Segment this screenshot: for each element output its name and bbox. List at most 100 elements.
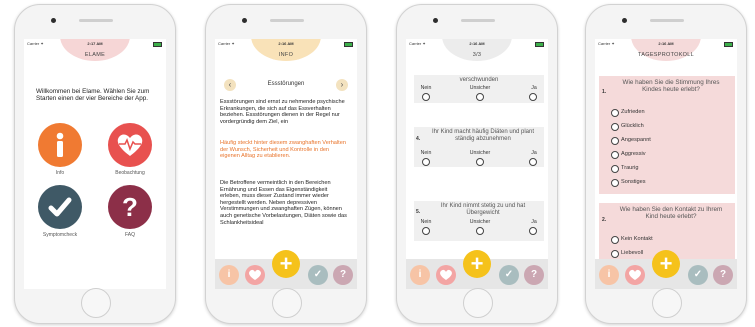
question-icon: ? — [122, 192, 138, 222]
nav-faq-button[interactable]: ? — [333, 265, 353, 285]
observation-tile[interactable] — [108, 123, 152, 167]
speaker — [650, 19, 684, 22]
question-number: 4. — [416, 136, 421, 142]
option-gluecklich[interactable]: Glücklich — [611, 123, 644, 131]
nav-symptom-check-button[interactable]: ✓ — [499, 265, 519, 285]
radio-yes[interactable] — [529, 93, 537, 101]
radio-unsure[interactable] — [476, 227, 484, 235]
radio-unsure[interactable] — [476, 93, 484, 101]
radio-no[interactable] — [422, 93, 430, 101]
info-tile[interactable] — [38, 123, 82, 167]
heart-icon — [249, 269, 261, 280]
nav-symptom-check-button[interactable]: ✓ — [688, 265, 708, 285]
question-text: Wie haben Sie den Kontakt zu Ihrem Kind … — [619, 206, 723, 220]
radio[interactable] — [611, 165, 619, 173]
question-text: Ihr Kind macht häufig Diäten und plant s… — [431, 129, 535, 142]
question-text: verschwunden — [459, 77, 499, 83]
speaker — [79, 19, 113, 22]
info-paragraph-2: Häufig steckt hinter diesem zwanghaften … — [220, 140, 346, 160]
faq-tile-label: FAQ — [124, 232, 135, 238]
add-button[interactable]: + — [463, 250, 491, 278]
radio[interactable] — [611, 236, 619, 244]
add-button[interactable]: + — [652, 250, 680, 278]
info-icon — [56, 132, 64, 157]
nav-info-button[interactable]: i — [219, 265, 239, 285]
phone-info: Carrier ✦ 2:16 AM INFO ‹ Essstörungen › … — [205, 4, 367, 324]
home-button[interactable] — [652, 288, 682, 318]
nav-observation-button[interactable] — [625, 265, 645, 285]
question-number: 2. — [602, 217, 607, 223]
radio[interactable] — [611, 151, 619, 159]
bottom-nav: i + ✓ ? — [215, 250, 357, 289]
nav-faq-button[interactable]: ? — [524, 265, 544, 285]
radio-unsure[interactable] — [476, 158, 484, 166]
add-button[interactable]: + — [272, 250, 300, 278]
radio[interactable] — [611, 250, 619, 258]
nav-info-button[interactable]: i — [599, 265, 619, 285]
phone-daily-log: Carrier ✦ 2:16 AM TAGESPROTOKOLL 1. Wie … — [585, 4, 747, 324]
battery-icon — [724, 42, 733, 47]
faq-tile[interactable]: ? — [108, 185, 152, 229]
info-paragraph-3: Die Betroffene vermeintlich in den Berei… — [220, 180, 347, 226]
status-bar: Carrier ✦ 2:17 AM — [24, 41, 166, 48]
clock: 2:16 AM — [469, 41, 485, 46]
home-button[interactable] — [81, 288, 111, 318]
speaker — [461, 19, 495, 22]
option-aggressiv[interactable]: Aggressiv — [611, 151, 646, 159]
radio[interactable] — [611, 137, 619, 145]
radio-yes[interactable] — [529, 158, 537, 166]
screen-info: Carrier ✦ 2:16 AM INFO ‹ Essstörungen › … — [215, 39, 357, 289]
log-question-1: 1. Wie haben Sie die Stimmung Ihres Kind… — [599, 76, 735, 194]
info-tile-label: Info — [55, 170, 65, 176]
radio-no[interactable] — [422, 227, 430, 235]
option-traurig[interactable]: Traurig — [611, 165, 639, 173]
camera — [242, 18, 247, 23]
bottom-nav: i + ✓ ? — [406, 250, 548, 289]
clock: 2:17 AM — [87, 41, 103, 46]
page-title: 3/3 — [472, 52, 482, 58]
radio-no[interactable] — [422, 158, 430, 166]
option-zufrieden[interactable]: Zufrieden — [611, 109, 645, 117]
clock: 2:16 AM — [658, 41, 674, 46]
question-text: Ihr Kind nimmt stetig zu und hat Übergew… — [440, 203, 526, 216]
question-number: 5. — [416, 209, 421, 215]
screen-daily-log: Carrier ✦ 2:16 AM TAGESPROTOKOLL 1. Wie … — [595, 39, 737, 289]
nav-faq-button[interactable]: ? — [713, 265, 733, 285]
symptom-check-tile-label: Symptomcheck — [42, 232, 78, 238]
screen-welcome: Carrier ✦ 2:17 AM ELAME Willkommen bei E… — [24, 39, 166, 289]
battery-icon — [153, 42, 162, 47]
question-card-5: 5. Ihr Kind nimmt stetig zu und hat Über… — [414, 201, 544, 241]
page-title: TAGESPROTOKOLL — [638, 52, 694, 58]
status-bar: Carrier ✦ 2:16 AM — [406, 41, 548, 48]
question-card-3: verschwunden Nein Unsicher Ja — [414, 75, 544, 103]
heartbeat-icon — [117, 134, 143, 156]
status-bar: Carrier ✦ 2:16 AM — [215, 41, 357, 48]
option-liebevoll[interactable]: Liebevoll — [611, 250, 643, 258]
topic-nav: ‹ Essstörungen › — [215, 78, 357, 92]
home-button[interactable] — [272, 288, 302, 318]
chevron-right-icon[interactable]: › — [336, 79, 348, 91]
battery-icon — [344, 42, 353, 47]
nav-symptom-check-button[interactable]: ✓ — [308, 265, 328, 285]
speaker — [270, 19, 304, 22]
phone-welcome: Carrier ✦ 2:17 AM ELAME Willkommen bei E… — [14, 4, 176, 324]
welcome-text: Willkommen bei Elame. Wählen Sie zum Sta… — [36, 88, 150, 103]
nav-info-button[interactable]: i — [410, 265, 430, 285]
nav-observation-button[interactable] — [245, 265, 265, 285]
radio[interactable] — [611, 123, 619, 131]
option-angespannt[interactable]: Angespannt — [611, 137, 651, 145]
option-kein-kontakt[interactable]: Kein Kontakt — [611, 236, 653, 244]
radio[interactable] — [611, 109, 619, 117]
heart-icon — [629, 269, 641, 280]
check-icon — [48, 197, 72, 217]
info-paragraph-1: Essstörungen sind ernst zu nehmende psyc… — [220, 99, 345, 125]
radio-yes[interactable] — [529, 227, 537, 235]
option-sonstiges[interactable]: Sonstiges — [611, 179, 646, 187]
home-button[interactable] — [463, 288, 493, 318]
radio[interactable] — [611, 179, 619, 187]
battery-icon — [535, 42, 544, 47]
nav-observation-button[interactable] — [436, 265, 456, 285]
camera — [622, 18, 627, 23]
symptom-check-tile[interactable] — [38, 185, 82, 229]
camera — [433, 18, 438, 23]
